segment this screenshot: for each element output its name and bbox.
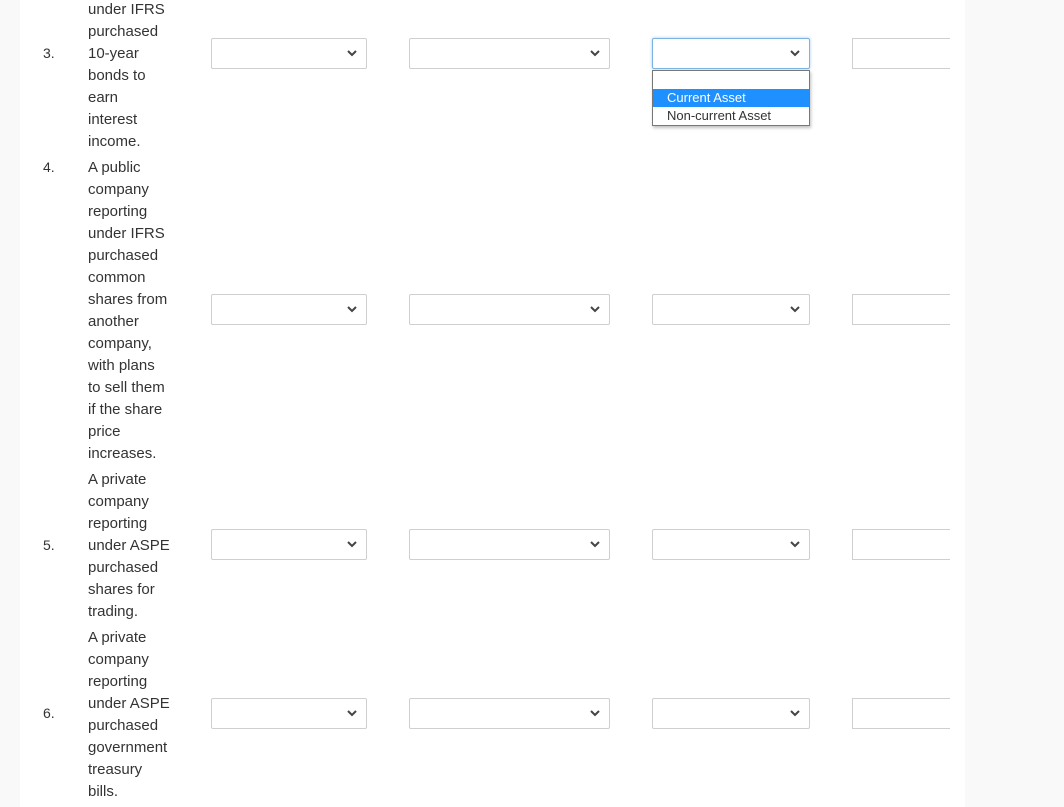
chevron-down-icon xyxy=(590,306,600,313)
amount-input[interactable] xyxy=(852,698,950,729)
chevron-down-icon xyxy=(347,541,357,548)
question-number: 3. xyxy=(43,45,55,61)
chevron-down-icon xyxy=(590,710,600,717)
classification-select-1[interactable] xyxy=(211,698,367,729)
amount-input[interactable] xyxy=(852,529,950,560)
classification-select-2[interactable] xyxy=(409,38,610,69)
question-number: 4. xyxy=(43,159,55,175)
chevron-down-icon xyxy=(790,710,800,717)
classification-select-2[interactable] xyxy=(409,529,610,560)
question-number: 6. xyxy=(43,705,55,721)
amount-input[interactable] xyxy=(852,294,950,325)
question-description: A public company reporting under IFRS pu… xyxy=(88,159,168,462)
classification-select-1[interactable] xyxy=(211,294,367,325)
chevron-down-icon xyxy=(590,541,600,548)
dropdown-option-blank[interactable] xyxy=(653,71,809,89)
question-number: 5. xyxy=(43,537,55,553)
classification-select-2[interactable] xyxy=(409,294,610,325)
chevron-down-icon xyxy=(790,306,800,313)
classification-select-1[interactable] xyxy=(211,529,367,560)
dropdown-option-current-asset[interactable]: Current Asset xyxy=(653,89,809,107)
chevron-down-icon xyxy=(590,50,600,57)
classification-select-2[interactable] xyxy=(409,698,610,729)
asset-type-select[interactable] xyxy=(652,529,810,560)
chevron-down-icon xyxy=(347,50,357,57)
chevron-down-icon xyxy=(790,50,800,57)
asset-type-select[interactable] xyxy=(652,698,810,729)
question-description: A private company reporting under ASPE p… xyxy=(88,629,170,800)
asset-type-select[interactable] xyxy=(652,294,810,325)
chevron-down-icon xyxy=(347,710,357,717)
question-description: under IFRS purchased 10-year bonds to ea… xyxy=(88,1,165,150)
question-panel: 3. under IFRS purchased 10-year bonds to… xyxy=(20,0,965,807)
chevron-down-icon xyxy=(790,541,800,548)
asset-type-select[interactable] xyxy=(652,38,810,69)
dropdown-option-non-current-asset[interactable]: Non-current Asset xyxy=(653,107,809,125)
classification-select-1[interactable] xyxy=(211,38,367,69)
asset-type-dropdown-list: Current Asset Non-current Asset xyxy=(652,70,810,126)
question-description: A private company reporting under ASPE p… xyxy=(88,471,170,620)
amount-input[interactable] xyxy=(852,38,950,69)
chevron-down-icon xyxy=(347,306,357,313)
